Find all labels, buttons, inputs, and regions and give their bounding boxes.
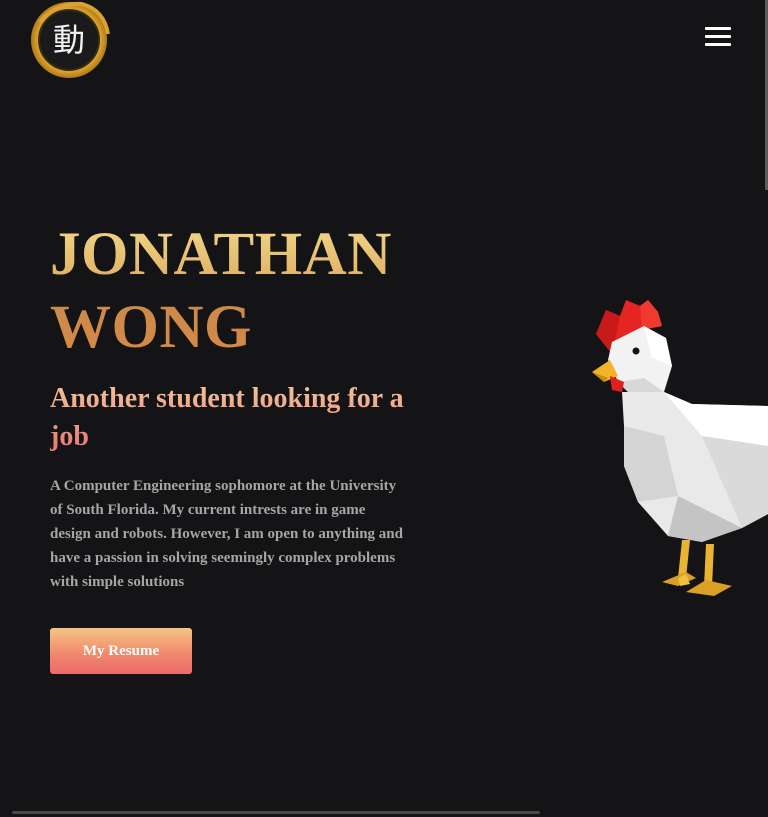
resume-button[interactable]: My Resume [50, 628, 192, 674]
horizontal-scrollbar[interactable] [12, 811, 540, 814]
hero-tagline: Another student looking for a job [50, 380, 410, 456]
hero-name: JONATHAN WONG [50, 218, 430, 364]
logo-kanji: 動 [53, 21, 85, 59]
menu-button[interactable] [702, 24, 734, 50]
kanji-seal-logo-icon: 動 [31, 1, 110, 78]
hero-name-last: WONG [50, 294, 252, 361]
hero-section: JONATHAN WONG Another student looking fo… [50, 218, 430, 674]
logo[interactable]: 動 [26, 0, 112, 80]
low-poly-chicken-icon [592, 300, 768, 596]
chicken-illustration [582, 296, 768, 602]
hero-bio: A Computer Engineering sophomore at the … [50, 478, 403, 590]
hero-name-first: JONATHAN [50, 221, 392, 288]
